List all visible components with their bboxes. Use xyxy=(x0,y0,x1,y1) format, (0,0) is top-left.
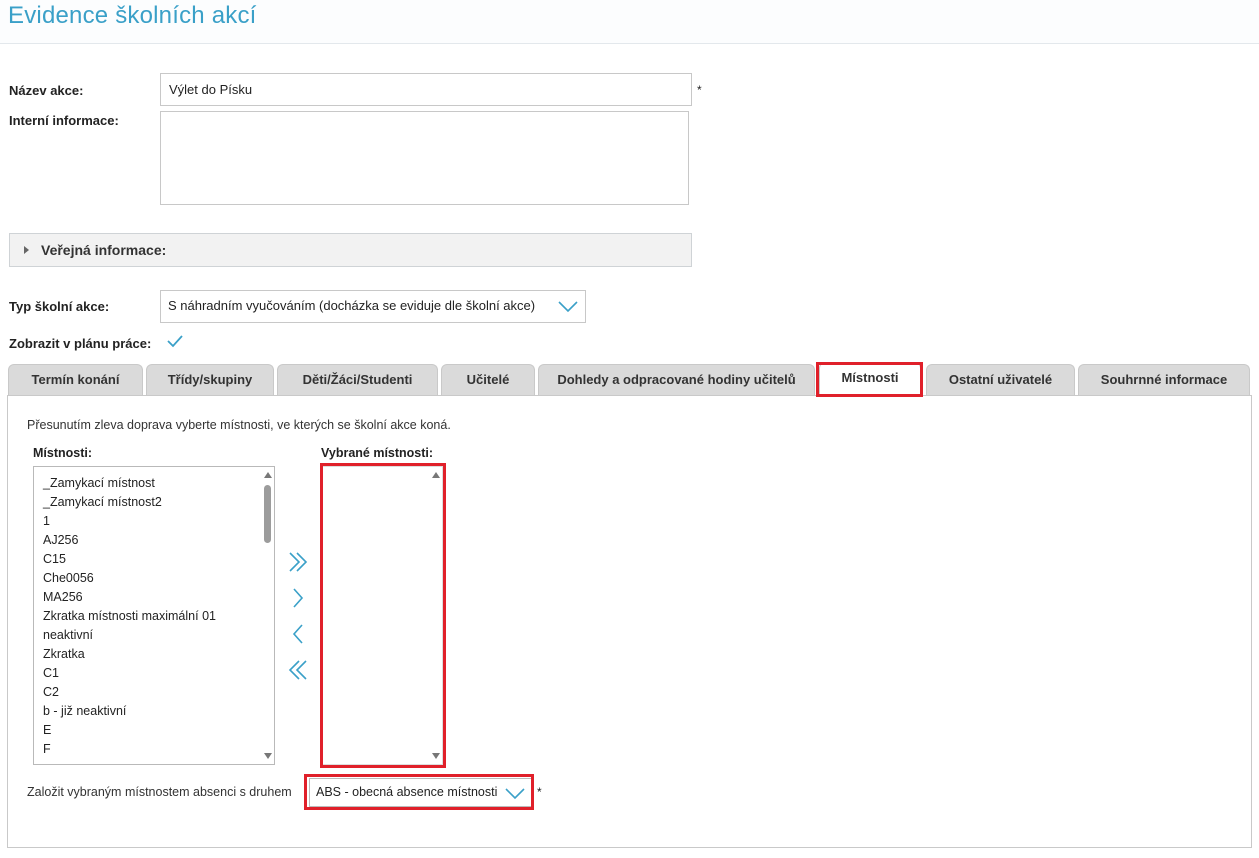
event-type-value: S náhradním vyučováním (docházka se evid… xyxy=(168,298,536,313)
move-left-icon[interactable] xyxy=(286,622,310,646)
chevron-down-icon xyxy=(558,301,578,313)
event-name-label: Název akce: xyxy=(9,83,84,98)
scroll-up-arrow-icon[interactable] xyxy=(432,472,440,478)
selected-rooms-list[interactable] xyxy=(321,466,443,765)
required-mark: * xyxy=(697,83,702,97)
scroll-down-arrow-icon[interactable] xyxy=(432,753,440,759)
list-item[interactable]: C2 xyxy=(43,685,59,699)
selected-list-scrollbar[interactable] xyxy=(429,467,442,764)
chevron-down-icon xyxy=(505,788,525,800)
available-list-scrollbar[interactable] xyxy=(261,467,274,764)
tab-summary[interactable]: Souhrnné informace xyxy=(1078,364,1250,396)
public-info-title: Veřejná informace: xyxy=(41,242,167,258)
list-item[interactable]: AJ256 xyxy=(43,533,78,547)
internal-info-textarea[interactable] xyxy=(160,111,689,205)
page-title: Evidence školních akcí xyxy=(8,2,257,29)
tab-classes[interactable]: Třídy/skupiny xyxy=(146,364,274,396)
absence-type-select[interactable]: ABS - obecná absence místnosti xyxy=(309,778,532,807)
list-item[interactable]: b - již neaktivní xyxy=(43,704,126,718)
list-item[interactable]: E xyxy=(43,723,51,737)
event-name-input[interactable] xyxy=(160,73,692,106)
expand-triangle-icon xyxy=(24,246,29,254)
required-mark: * xyxy=(537,785,542,799)
checkmark-icon[interactable] xyxy=(166,334,184,348)
move-all-right-icon[interactable] xyxy=(286,550,310,574)
list-item[interactable]: MA256 xyxy=(43,590,83,604)
tab-rooms[interactable]: Místnosti xyxy=(819,362,921,396)
selected-rooms-label: Vybrané místnosti: xyxy=(321,446,434,460)
scroll-down-arrow-icon[interactable] xyxy=(264,753,272,759)
internal-info-label: Interní informace: xyxy=(9,113,119,128)
page-header: Evidence školních akcí xyxy=(0,0,1259,44)
rooms-hint: Přesunutím zleva doprava vyberte místnos… xyxy=(27,418,451,432)
tab-students[interactable]: Děti/Žáci/Studenti xyxy=(277,364,438,396)
scroll-thumb[interactable] xyxy=(264,485,271,543)
tab-other-users[interactable]: Ostatní uživatelé xyxy=(926,364,1075,396)
scroll-up-arrow-icon[interactable] xyxy=(264,472,272,478)
tab-supervision[interactable]: Dohledy a odpracované hodiny učitelů xyxy=(538,364,815,396)
list-item[interactable]: 1 xyxy=(43,514,50,528)
absence-type-value: ABS - obecná absence místnosti xyxy=(316,785,498,799)
list-item[interactable]: F xyxy=(43,742,51,756)
list-item[interactable]: _Zamykací místnost xyxy=(43,476,155,490)
list-item[interactable]: Zkratka xyxy=(43,647,85,661)
event-type-select[interactable]: S náhradním vyučováním (docházka se evid… xyxy=(160,290,586,323)
move-right-icon[interactable] xyxy=(286,586,310,610)
absence-type-label: Založit vybraným místnostem absenci s dr… xyxy=(27,785,292,799)
list-item[interactable]: _Zamykací místnost2 xyxy=(43,495,162,509)
show-in-plan-label: Zobrazit v plánu práce: xyxy=(9,336,152,351)
list-item[interactable]: neaktivní xyxy=(43,628,93,642)
available-rooms-list[interactable]: _Zamykací místnost _Zamykací místnost2 1… xyxy=(33,466,275,765)
tab-teachers[interactable]: Učitelé xyxy=(441,364,535,396)
list-item[interactable]: C1 xyxy=(43,666,59,680)
available-rooms-label: Místnosti: xyxy=(33,446,93,460)
tab-term[interactable]: Termín konání xyxy=(8,364,143,396)
public-info-section[interactable]: Veřejná informace: xyxy=(9,233,692,267)
tab-bar: Termín konání Třídy/skupiny Děti/Žáci/St… xyxy=(0,362,1259,396)
list-item[interactable]: C15 xyxy=(43,552,66,566)
move-all-left-icon[interactable] xyxy=(286,658,310,682)
list-item[interactable]: Che0056 xyxy=(43,571,94,585)
event-type-label: Typ školní akce: xyxy=(9,299,110,314)
list-item[interactable]: Zkratka místnosti maximální 01 xyxy=(43,609,216,623)
